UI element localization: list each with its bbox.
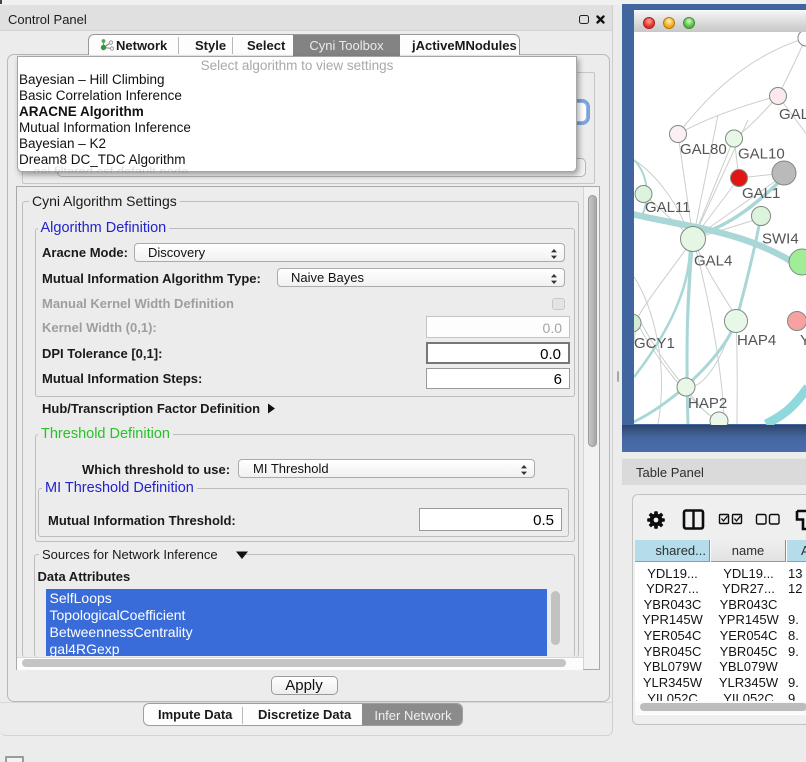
svg-text:SWI4: SWI4 <box>762 231 799 248</box>
svg-text:HAP2: HAP2 <box>688 395 727 412</box>
svg-text:HAP4: HAP4 <box>737 332 776 349</box>
svg-text:GAL80: GAL80 <box>680 141 727 158</box>
svg-text:YB: YB <box>800 332 806 349</box>
svg-text:GAL10: GAL10 <box>738 146 785 163</box>
svg-text:GCY1: GCY1 <box>634 335 675 352</box>
svg-text:GAL11: GAL11 <box>645 199 691 216</box>
svg-text:GAL1: GAL1 <box>742 185 780 202</box>
svg-text:GAL7: GAL7 <box>779 106 806 123</box>
svg-text:GAL4: GAL4 <box>694 253 732 270</box>
